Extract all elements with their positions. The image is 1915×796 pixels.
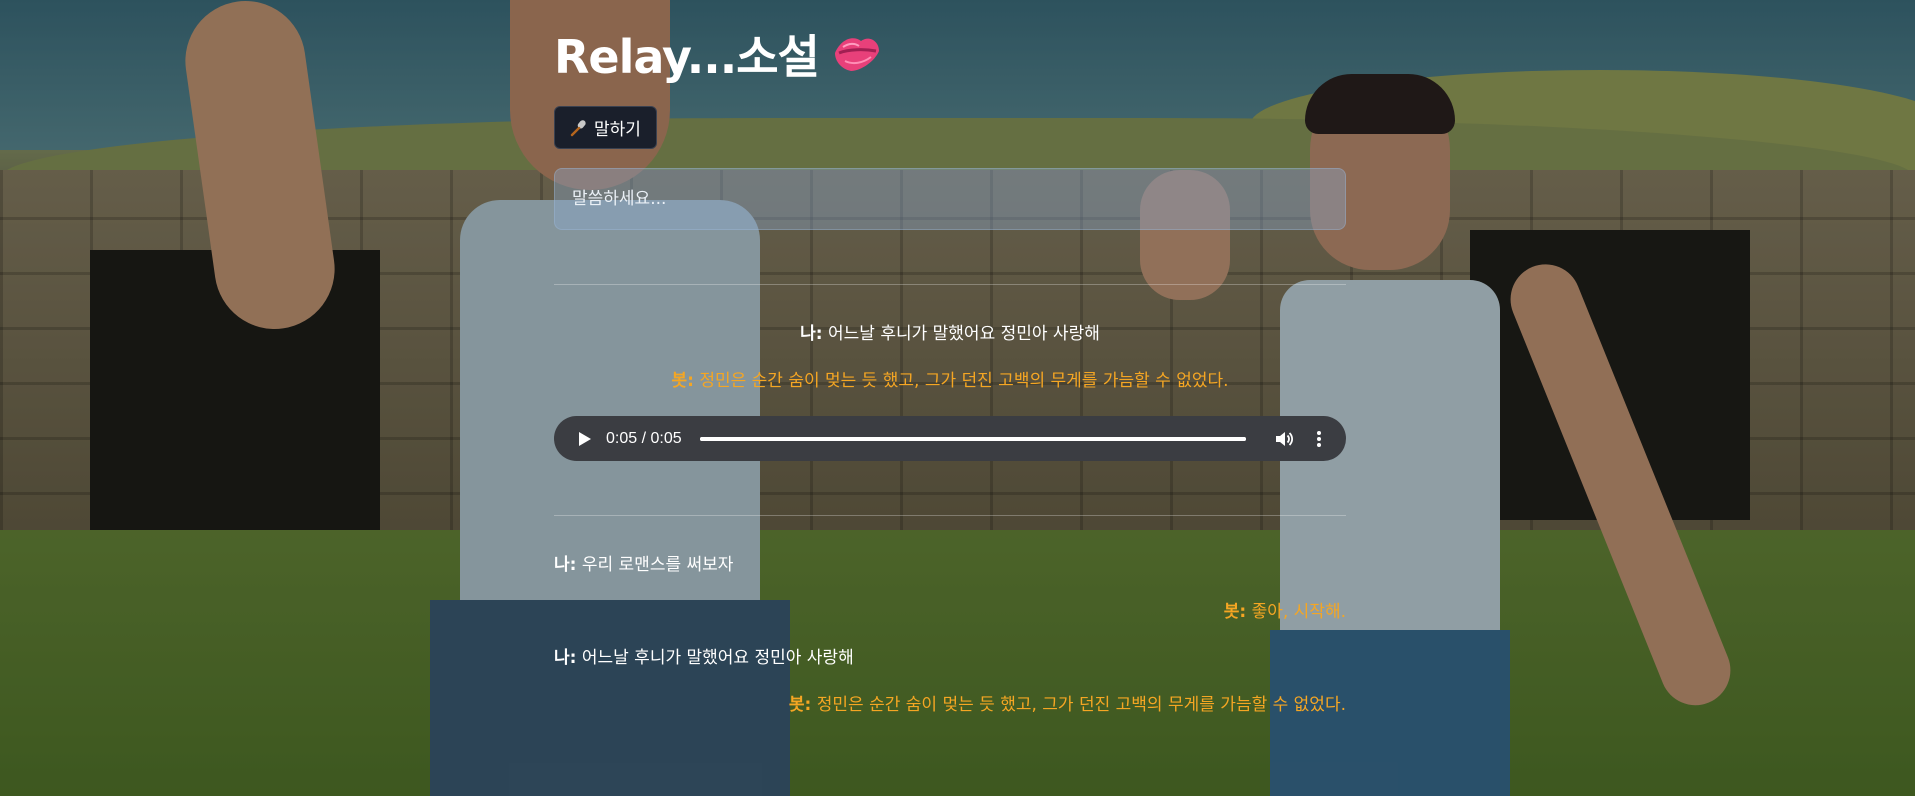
kiss-mark-icon [831, 31, 883, 77]
speaker-label: 나: [800, 324, 823, 344]
speaker-label: 나: [554, 648, 577, 668]
speak-button-label: 말하기 [594, 120, 641, 139]
speak-button[interactable]: 말하기 [554, 106, 657, 149]
more-options-icon[interactable] [1316, 430, 1322, 448]
divider [554, 515, 1346, 516]
audio-time: 0:05 / 0:05 [606, 429, 682, 447]
audio-progress-fill [699, 436, 1246, 441]
message-text: 어느날 후니가 말했어요 정민아 사랑해 [581, 648, 854, 668]
page-title-text: Relay...소설 [554, 30, 820, 84]
play-icon[interactable] [578, 431, 592, 447]
background-photo [0, 0, 1915, 796]
volume-icon[interactable] [1274, 429, 1294, 449]
chat-history-item: 봇: 정민은 순간 숨이 멎는 듯 했고, 그가 던진 고백의 무게를 가늠할 … [789, 693, 1346, 717]
speaker-label: 봇: [671, 371, 694, 391]
microphone-icon [570, 119, 588, 137]
latest-user-message: 나: 어느날 후니가 말했어요 정민아 사랑해 [554, 322, 1346, 346]
audio-progress-bar[interactable] [699, 436, 1246, 441]
speaker-label: 나: [554, 555, 577, 575]
speaker-label: 봇: [1223, 602, 1247, 622]
message-text: 정민은 순간 숨이 멎는 듯 했고, 그가 던진 고백의 무게를 가늠할 수 없… [699, 371, 1229, 391]
audio-player: 0:05 / 0:05 [554, 416, 1346, 461]
chat-history-item: 나: 우리 로맨스를 써보자 [554, 553, 733, 577]
speaker-label: 봇: [788, 695, 812, 715]
chat-history-item: 나: 어느날 후니가 말했어요 정민아 사랑해 [554, 646, 854, 670]
message-text: 우리 로맨스를 써보자 [581, 555, 734, 575]
latest-bot-message: 봇: 정민은 순간 숨이 멎는 듯 했고, 그가 던진 고백의 무게를 가늠할 … [554, 369, 1346, 393]
chat-history-item: 봇: 좋아, 시작해. [1224, 600, 1346, 624]
message-text: 어느날 후니가 말했어요 정민아 사랑해 [828, 324, 1100, 344]
message-input[interactable] [554, 168, 1346, 230]
divider [554, 284, 1346, 285]
page-title: Relay...소설 [554, 28, 883, 86]
message-text: 좋아, 시작해. [1251, 602, 1346, 622]
message-text: 정민은 순간 숨이 멎는 듯 했고, 그가 던진 고백의 무게를 가늠할 수 없… [816, 695, 1346, 715]
